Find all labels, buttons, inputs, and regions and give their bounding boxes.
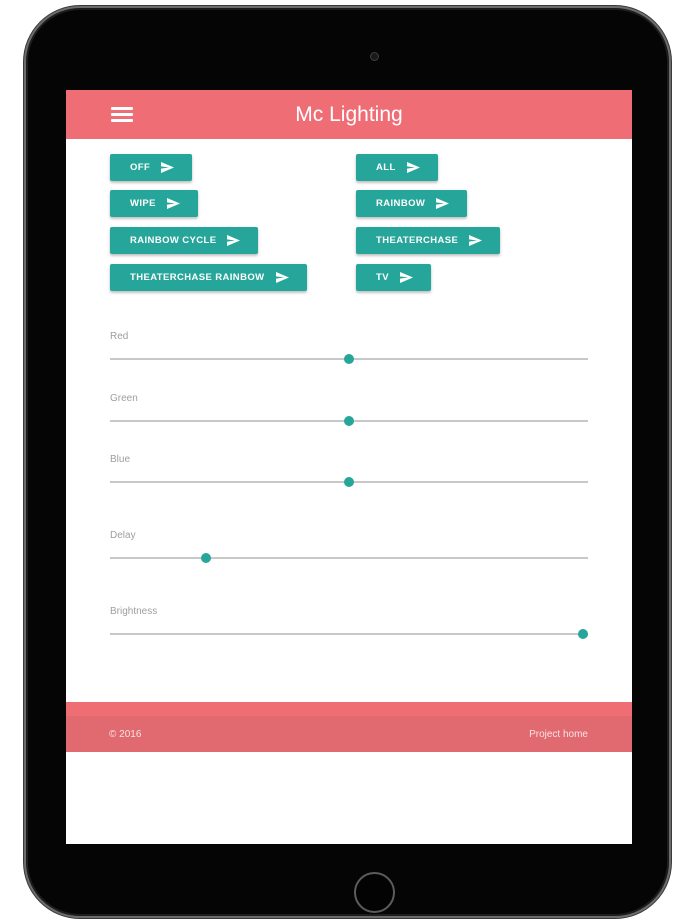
send-icon bbox=[161, 162, 175, 173]
brightness-slider[interactable] bbox=[110, 629, 589, 639]
red-slider[interactable] bbox=[110, 354, 588, 364]
theaterchase-button-label: THEATERCHASE bbox=[376, 235, 459, 246]
delay-slider-label: Delay bbox=[110, 530, 136, 541]
blue-slider-thumb[interactable] bbox=[344, 477, 354, 487]
off-button-label: OFF bbox=[130, 162, 151, 173]
project-home-link[interactable]: Project home bbox=[529, 729, 588, 740]
theaterchase-rainbow-button[interactable]: THEATERCHASE RAINBOW bbox=[110, 264, 307, 291]
red-slider-thumb[interactable] bbox=[344, 354, 354, 364]
theaterchase-rainbow-button-label: THEATERCHASE RAINBOW bbox=[130, 272, 265, 283]
rainbow-cycle-button[interactable]: RAINBOW CYCLE bbox=[110, 227, 259, 254]
red-slider-label: Red bbox=[110, 331, 129, 342]
send-icon bbox=[166, 198, 180, 209]
app-title: Mc Lighting bbox=[295, 103, 403, 126]
rainbow-button[interactable]: RAINBOW bbox=[356, 190, 468, 217]
footer-copyright: © 2016 bbox=[109, 729, 142, 740]
rainbow-button-label: RAINBOW bbox=[376, 198, 426, 209]
blue-slider[interactable] bbox=[110, 477, 588, 487]
hamburger-menu-icon[interactable] bbox=[111, 107, 133, 123]
send-icon bbox=[399, 272, 413, 283]
green-slider-label: Green bbox=[110, 393, 138, 404]
brightness-slider-label: Brightness bbox=[110, 606, 158, 617]
blue-slider-label: Blue bbox=[110, 454, 131, 465]
tv-button-label: TV bbox=[376, 272, 389, 283]
send-icon bbox=[469, 235, 483, 246]
green-slider-thumb[interactable] bbox=[344, 416, 354, 426]
app-footer: © 2016 Project home bbox=[66, 702, 632, 752]
all-button[interactable]: ALL bbox=[356, 154, 438, 181]
send-icon bbox=[436, 198, 450, 209]
wipe-button-label: WIPE bbox=[130, 198, 156, 209]
camera-icon bbox=[370, 52, 379, 61]
send-icon bbox=[406, 162, 420, 173]
off-button[interactable]: OFF bbox=[110, 154, 193, 181]
tv-button[interactable]: TV bbox=[356, 264, 431, 291]
brightness-slider-thumb[interactable] bbox=[578, 629, 589, 639]
home-button[interactable] bbox=[354, 872, 395, 913]
send-icon bbox=[227, 235, 241, 246]
app-header: Mc Lighting bbox=[66, 90, 632, 139]
delay-slider-thumb[interactable] bbox=[200, 553, 211, 563]
green-slider[interactable] bbox=[110, 416, 588, 426]
send-icon bbox=[275, 272, 289, 283]
app-screen: Mc Lighting OFF ALL WIPE RAINBOW RAINBOW… bbox=[66, 90, 632, 844]
rainbow-cycle-button-label: RAINBOW CYCLE bbox=[130, 235, 217, 246]
wipe-button[interactable]: WIPE bbox=[110, 190, 198, 217]
all-button-label: ALL bbox=[376, 162, 396, 173]
delay-slider[interactable] bbox=[110, 553, 588, 563]
theaterchase-button[interactable]: THEATERCHASE bbox=[356, 227, 501, 254]
